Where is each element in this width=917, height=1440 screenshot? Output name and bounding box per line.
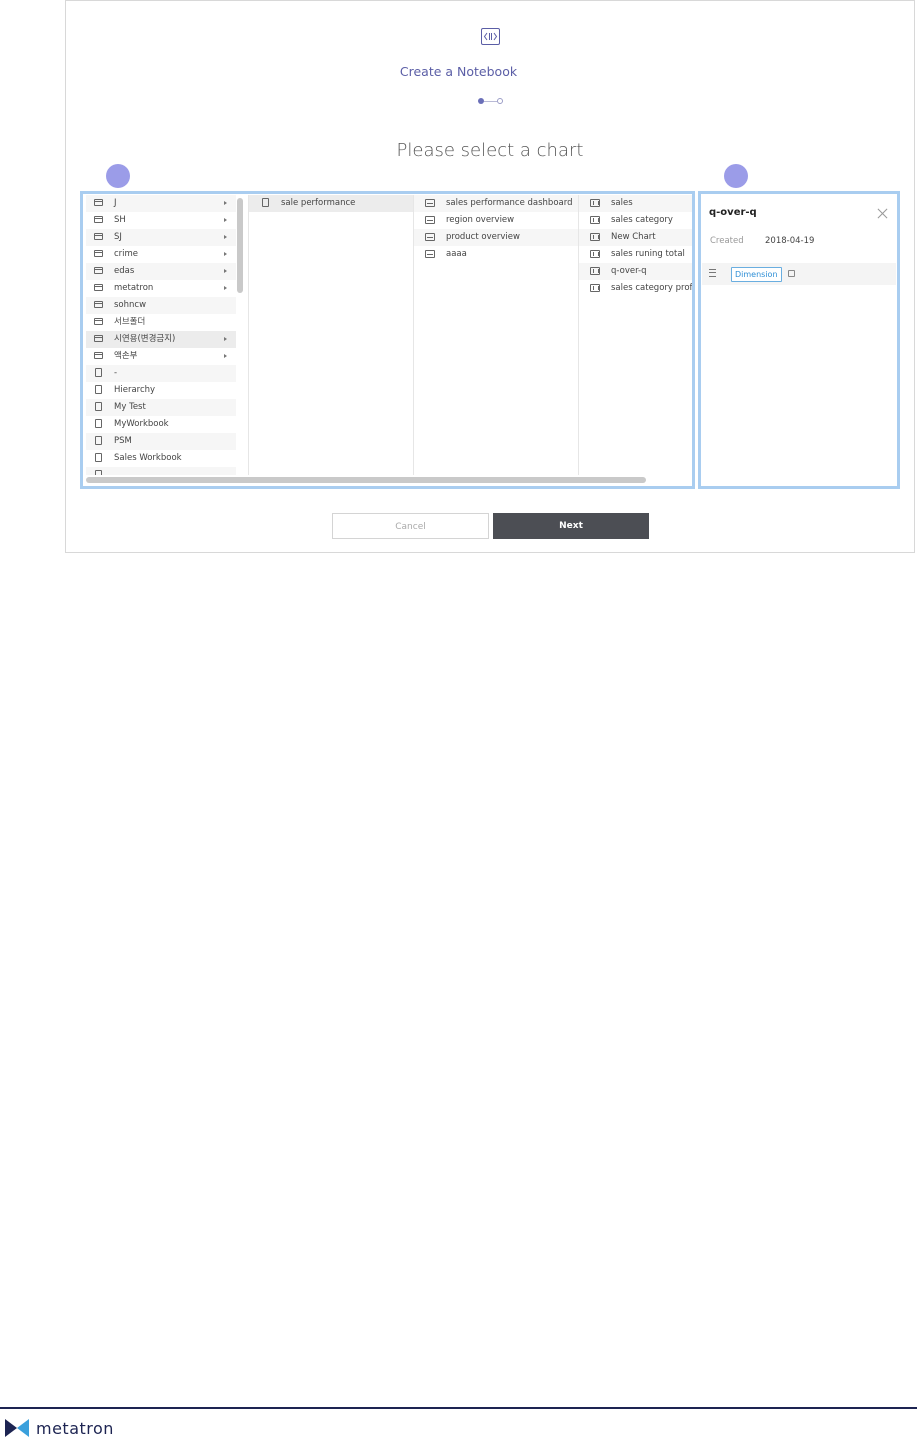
list-item[interactable]: sales performance dashboard <box>414 195 578 212</box>
dashboard-icon <box>425 250 435 258</box>
chevron-right-icon <box>224 354 227 358</box>
list-item[interactable]: SH <box>86 212 236 229</box>
created-label: Created <box>710 236 744 246</box>
workbook-icon <box>95 419 102 428</box>
step-indicator <box>478 98 504 106</box>
list-item[interactable]: region overview <box>414 212 578 229</box>
chevron-right-icon <box>224 269 227 273</box>
bar-chart-icon <box>590 233 600 241</box>
workbook-icon <box>95 385 102 394</box>
callout-marker-2 <box>724 164 748 188</box>
folder-icon <box>94 199 103 206</box>
list-item[interactable]: New Chart <box>579 229 692 246</box>
workbook-icon <box>95 402 102 411</box>
dimension-tag[interactable]: Dimension <box>731 267 782 282</box>
created-date: 2018-04-19 <box>765 236 815 246</box>
dashboard-icon <box>425 216 435 224</box>
folder-icon <box>94 301 103 308</box>
dialog-title: Create a Notebook <box>399 64 518 79</box>
list-item[interactable]: My Test <box>86 399 236 416</box>
footer-divider <box>0 1407 917 1409</box>
folder-icon <box>94 250 103 257</box>
folder-icon <box>94 284 103 291</box>
dashboard-icon <box>425 199 435 207</box>
list-item[interactable]: metatron <box>86 280 236 297</box>
vertical-scrollbar[interactable] <box>237 198 243 293</box>
folder-icon <box>94 318 103 325</box>
list-item-selected[interactable]: sale performance <box>249 195 413 212</box>
chart-column: sales sales category New Chart sales run… <box>578 195 692 475</box>
chevron-right-icon <box>224 201 227 205</box>
bar-chart-icon <box>590 284 600 292</box>
bar-chart-icon <box>590 250 600 258</box>
list-item[interactable]: sales category <box>579 212 692 229</box>
list-item[interactable]: 서브폴더 <box>86 314 236 331</box>
list-item[interactable]: sales category profit <box>579 280 692 297</box>
chevron-right-icon <box>224 286 227 290</box>
chevron-right-icon <box>224 218 227 222</box>
workbook-icon <box>95 470 102 475</box>
workbook-column: sale performance <box>248 195 413 475</box>
next-button[interactable]: Next <box>493 513 649 539</box>
list-item-selected[interactable]: 시연용(변경금지) <box>86 331 236 348</box>
folder-icon <box>94 233 103 240</box>
dashboard-column: sales performance dashboard region overv… <box>413 195 578 475</box>
step-connector <box>484 101 497 102</box>
horizontal-scrollbar[interactable] <box>86 477 646 483</box>
workbook-icon <box>95 368 102 377</box>
bar-chart-icon <box>590 216 600 224</box>
chevron-right-icon <box>224 337 227 341</box>
folder-column: J SH SJ crime edas metatron sohncw 서브폴더 … <box>86 195 236 475</box>
list-item[interactable]: aaaa <box>414 246 578 263</box>
close-icon[interactable] <box>877 208 888 219</box>
brand-name: metatron <box>36 1419 114 1438</box>
list-item[interactable]: sohncw <box>86 297 236 314</box>
list-item[interactable]: Hierarchy <box>86 382 236 399</box>
dashboard-icon <box>425 233 435 241</box>
list-item[interactable]: MyWorkbook <box>86 416 236 433</box>
workbook-icon <box>95 436 102 445</box>
chart-detail-title: q-over-q <box>709 207 757 218</box>
chevron-right-icon <box>224 252 227 256</box>
list-item[interactable]: crime <box>86 246 236 263</box>
bar-chart-icon <box>590 267 600 275</box>
list-item[interactable] <box>86 467 236 475</box>
list-item[interactable]: edas <box>86 263 236 280</box>
page-heading: Please select a chart <box>396 140 584 161</box>
workbook-icon <box>262 198 269 207</box>
list-item[interactable]: SJ <box>86 229 236 246</box>
cancel-button[interactable]: Cancel <box>332 513 489 539</box>
list-item[interactable]: sales runing total <box>579 246 692 263</box>
callout-marker-1 <box>106 164 130 188</box>
list-item[interactable]: Sales Workbook <box>86 450 236 467</box>
metatron-logo-icon <box>5 1419 29 1437</box>
notebook-icon <box>481 28 500 45</box>
list-item[interactable]: product overview <box>414 229 578 246</box>
bar-chart-icon <box>590 199 600 207</box>
folder-icon <box>94 216 103 223</box>
list-item[interactable]: J <box>86 195 236 212</box>
workbook-icon <box>95 453 102 462</box>
step-2-dot <box>497 98 503 104</box>
list-item[interactable]: sales <box>579 195 692 212</box>
list-item[interactable]: - <box>86 365 236 382</box>
calendar-icon[interactable] <box>788 270 795 277</box>
list-item[interactable]: q-over-q <box>579 263 692 280</box>
chevron-right-icon <box>224 235 227 239</box>
menu-icon[interactable] <box>709 269 716 277</box>
folder-icon <box>94 267 103 274</box>
list-item[interactable]: 액손부 <box>86 348 236 365</box>
folder-icon <box>94 335 103 342</box>
folder-icon <box>94 352 103 359</box>
list-item[interactable]: PSM <box>86 433 236 450</box>
